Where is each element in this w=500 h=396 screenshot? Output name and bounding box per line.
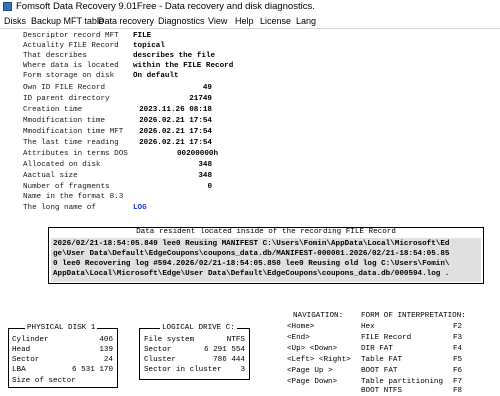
nav-key-home[interactable]: <Home> [287,322,314,332]
ld-value-file-system: NTFS [226,336,245,344]
resident-data-box: Data resident located inside of the reco… [48,227,484,284]
ld-label-file-system: File system [144,336,195,344]
interp-file-record-key: F3 [453,334,463,342]
interp-table-fat[interactable]: Table FAT [361,355,402,365]
menu-backup-mft-table[interactable]: Backup MFT table [31,14,104,28]
menu-bar: Disks Backup MFT table Data recovery Dia… [0,14,500,29]
ld-label-sector: Sector [144,346,172,354]
interp-dir-fat-key: F4 [453,345,463,353]
pd-value-head: 139 [99,346,113,354]
ld-label-cluster: Cluster [144,356,176,364]
label-parent-dir: ID parent directory [23,95,110,103]
nav-key-page-up[interactable]: <Page Up > [287,366,333,376]
resident-data-header: Data resident located inside of the reco… [136,228,396,236]
value-actual-size: 348 [198,172,212,180]
physical-disk-title: PHYSICAL DISK 1 [25,324,98,333]
label-long-name: The long name of [23,204,96,212]
menu-data-recovery[interactable]: Data recovery [98,14,154,28]
value-mod-time: 2026.02.21 17:54 [139,117,212,125]
menu-view[interactable]: View [208,14,227,28]
label-fragments: Number of fragments [23,183,110,191]
value-fragments: 0 [207,183,212,191]
interp-boot-fat-key: F6 [453,367,463,375]
menu-lang[interactable]: Lang [296,14,316,28]
value-form-storage: On default [133,72,179,80]
label-actual-size: Aactual size [23,172,78,180]
logical-drive-panel: LOGICAL DRIVE C: File system NTFS Sector… [139,324,250,380]
label-creation-time: Creation time [23,106,83,114]
app-icon [3,2,12,11]
interp-hex-key: F2 [453,323,463,331]
interp-file-record[interactable]: FILE Record [361,333,411,343]
pd-label-cylinder: Cylinder [12,336,49,344]
resident-data-content[interactable]: 2026/02/21-18:54:05.849 lee0 Reusing MAN… [51,238,481,282]
value-mod-time-mft: 2026.02.21 17:54 [139,128,212,136]
ld-value-sector-in-cluster: 3 [240,366,245,374]
pd-size-of-sector: Size of sector [12,377,76,385]
title-bar: Fomsoft Data Recovery 9.01Free - Data re… [0,0,500,14]
label-descriptor-record: Descriptor record MFT [23,32,119,40]
nav-key-page-down[interactable]: <Page Down> [287,377,337,387]
ld-value-cluster: 786 444 [213,356,245,364]
label-allocated: Allocated on disk [23,161,101,169]
pd-value-sector: 24 [103,356,113,364]
value-parent-dir: 21749 [189,95,212,103]
label-form-storage: Form storage on disk [23,72,115,80]
label-actuality: Actuality FILE Record [23,42,119,50]
interp-hex[interactable]: Hex [361,322,375,332]
menu-help[interactable]: Help [235,14,254,28]
menu-diagnostics[interactable]: Diagnostics [158,14,205,28]
pd-value-lba: 6 531 170 [71,366,113,374]
interpretation-title: FORM OF INTERPRETATION: [361,312,466,320]
label-last-reading: The last time reading [23,139,119,147]
pd-label-lba: LBA [12,366,26,374]
resident-line: ge\User Data\Default\EdgeCoupons\coupons… [53,250,450,258]
interp-boot-ntfs-key: F8 [453,387,463,395]
menu-disks[interactable]: Disks [4,14,26,28]
value-where-located: within the FILE Record [133,62,234,70]
value-that-describes: describes the file [133,52,216,60]
resident-line: AppData\Local\Microsoft\Edge\User Data\D… [53,270,450,278]
pd-label-sector: Sector [12,356,40,364]
label-where-located: Where data is located [23,62,119,70]
value-last-reading: 2026.02.21 17:54 [139,139,212,147]
pd-value-cylinder: 406 [99,336,113,344]
logical-drive-title: LOGICAL DRIVE C: [160,324,237,333]
interp-table-fat-key: F5 [453,356,463,364]
value-creation-time: 2023.11.26 08:18 [139,106,212,114]
navigation-title: NAVIGATION: [293,312,344,320]
menu-license[interactable]: License [260,14,291,28]
value-own-id: 49 [202,84,212,92]
interp-boot-ntfs[interactable]: BOOT NTFS [361,386,402,396]
ld-value-sector: 6 291 554 [203,346,245,354]
label-name-8-3: Name in the format 8.3 [23,193,124,201]
value-allocated: 348 [198,161,212,169]
resident-line: 0 lee0 Recovering log #594.2026/02/21-18… [53,260,450,268]
physical-disk-panel: PHYSICAL DISK 1 Cylinder 406 Head 139 Se… [8,324,118,388]
pd-label-head: Head [12,346,31,354]
ld-label-sector-in-cluster: Sector in cluster [144,366,222,374]
label-mod-time-mft: Mmodification time MFT [23,128,124,136]
interp-dir-fat[interactable]: DIR FAT [361,344,393,354]
value-descriptor-record: FILE [133,32,152,40]
value-long-name: LOG [133,204,147,212]
nav-key-left-right[interactable]: <Left> <Right> [287,355,351,365]
value-attributes-dos: 00200000h [176,150,218,158]
label-mod-time: Mmodification time [23,117,106,125]
interp-boot-fat[interactable]: BOOT FAT [361,366,397,376]
label-own-id: Own ID FILE Record [23,84,106,92]
nav-key-up-down[interactable]: <Up> <Down> [287,344,337,354]
value-actuality: topical [133,42,165,50]
label-attributes-dos: Attributes in terms DOS [23,150,128,158]
nav-key-end[interactable]: <End> [287,333,310,343]
window-title: Fomsoft Data Recovery 9.01Free - Data re… [16,1,315,12]
resident-line: 2026/02/21-18:54:05.849 lee0 Reusing MAN… [53,240,450,248]
label-that-describes: That describes [23,52,87,60]
